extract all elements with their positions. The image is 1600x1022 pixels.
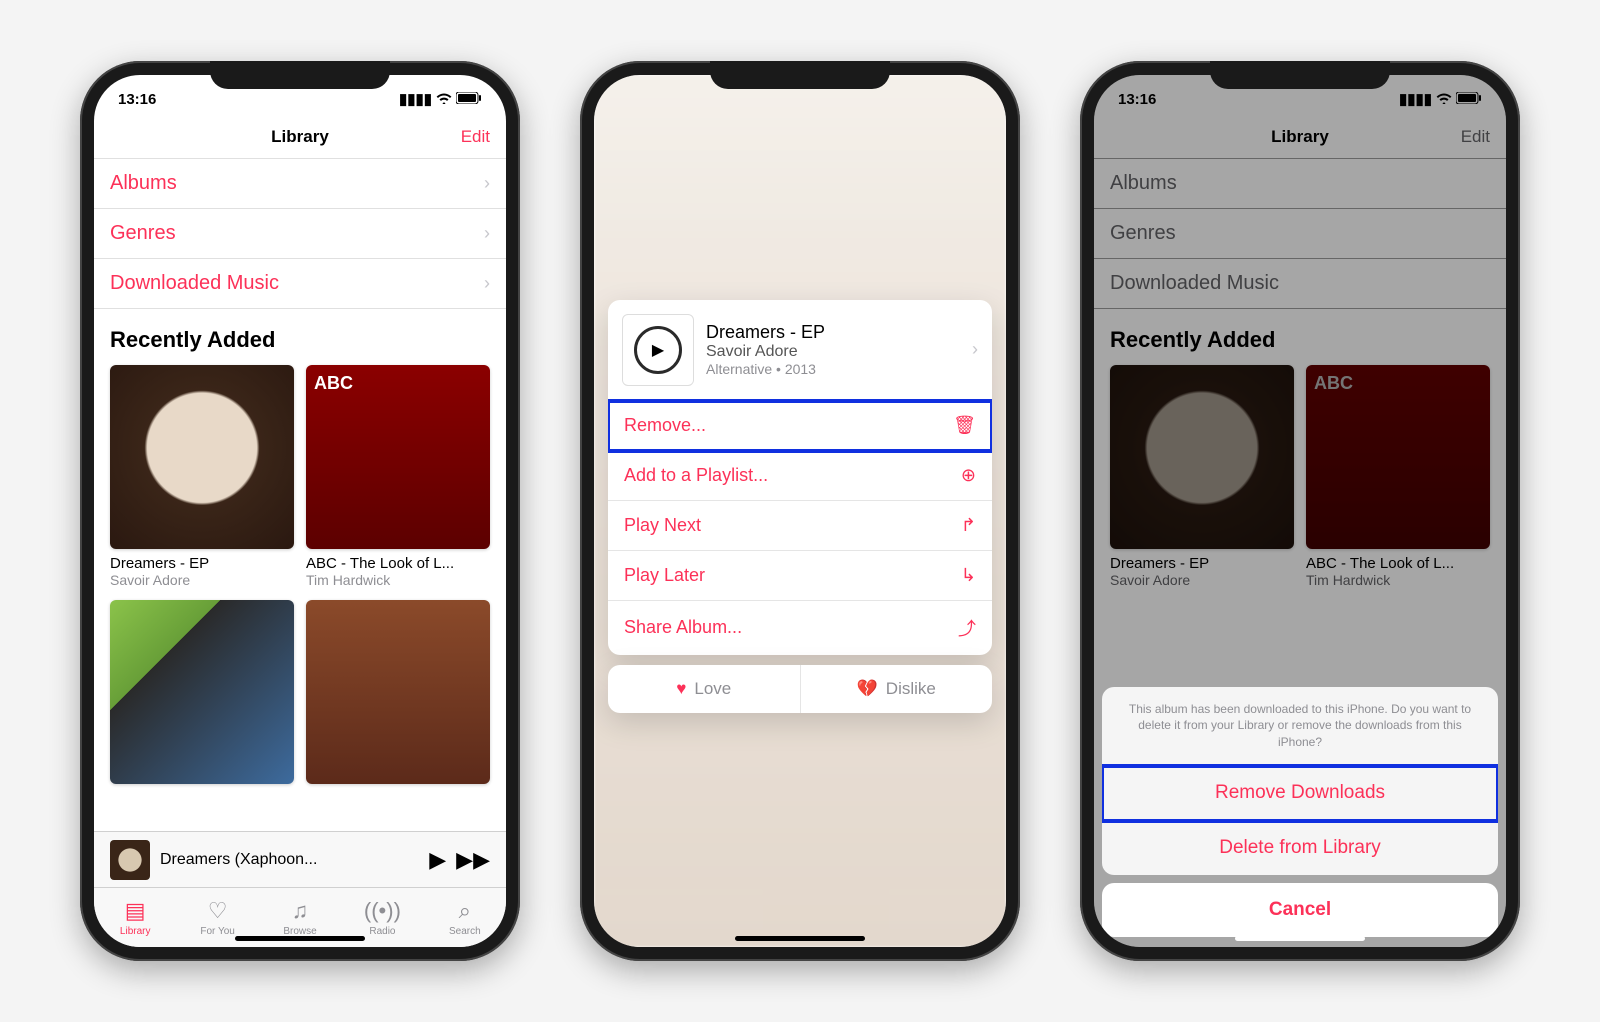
menu-add-to-playlist[interactable]: Add to a Playlist... ⊕ (608, 451, 992, 501)
notch (210, 61, 390, 89)
phone-action-sheet: 13:16 ▮▮▮▮ Library Edit Albums Genres Do… (1080, 61, 1520, 961)
notch (710, 61, 890, 89)
add-icon: ⊕ (961, 465, 976, 486)
heart-slash-icon: 💔 (857, 679, 878, 699)
phone-context-menu: ▶ Dreamers - EP Savoir Adore Alternative… (580, 61, 1020, 961)
menu-play-next[interactable]: Play Next ↱ (608, 501, 992, 551)
menu-album-title: Dreamers - EP (706, 322, 960, 343)
chevron-right-icon: › (484, 173, 490, 194)
status-icons: ▮▮▮▮ (399, 90, 482, 108)
album-item[interactable] (306, 600, 490, 784)
now-playing-bar[interactable]: Dreamers (Xaphoon... ▶ ▶▶ (94, 831, 506, 887)
home-indicator[interactable] (735, 936, 865, 941)
library-row-genres[interactable]: Genres › (94, 209, 506, 259)
play-later-icon: ↳ (961, 565, 976, 586)
library-icon: ▤ (125, 898, 146, 924)
menu-share-album[interactable]: Share Album... ⤴ (608, 601, 992, 655)
album-item[interactable] (110, 600, 294, 784)
love-dislike-bar: ♥ Love 💔 Dislike (608, 665, 992, 713)
album-artist: Tim Hardwick (306, 572, 490, 588)
home-indicator[interactable] (1235, 936, 1365, 941)
album-art (110, 600, 294, 784)
library-row-label: Downloaded Music (110, 272, 279, 295)
album-art (306, 600, 490, 784)
menu-album-meta: Alternative • 2013 (706, 361, 960, 377)
library-row-albums[interactable]: Albums › (94, 159, 506, 209)
delete-from-library-button[interactable]: Delete from Library (1102, 821, 1498, 875)
play-next-icon: ↱ (961, 515, 976, 536)
heart-filled-icon: ♥ (676, 679, 686, 699)
love-button[interactable]: ♥ Love (608, 665, 801, 713)
menu-album-artist: Savoir Adore (706, 343, 960, 361)
menu-item-label: Add to a Playlist... (624, 465, 768, 486)
album-art: ▶ (622, 314, 694, 386)
page-title: Library (271, 127, 329, 147)
trash-icon: 🗑 (953, 415, 976, 436)
library-row-label: Albums (110, 172, 177, 195)
tab-search[interactable]: ⌕Search (424, 888, 506, 947)
album-art (306, 365, 490, 549)
cancel-button[interactable]: Cancel (1102, 883, 1498, 937)
album-title: ABC - The Look of L... (306, 555, 490, 572)
now-playing-art (110, 840, 150, 880)
menu-item-label: Play Next (624, 515, 701, 536)
play-icon[interactable]: ▶ (429, 847, 446, 873)
tab-library[interactable]: ▤Library (94, 888, 176, 947)
heart-icon: ♡ (208, 898, 228, 924)
phone-library: 13:16 ▮▮▮▮ Library Edit Albums › Genres (80, 61, 520, 961)
dislike-button[interactable]: 💔 Dislike (801, 665, 993, 713)
album-art (110, 365, 294, 549)
search-icon: ⌕ (459, 898, 471, 924)
play-icon: ▶ (634, 326, 682, 374)
menu-play-later[interactable]: Play Later ↳ (608, 551, 992, 601)
wifi-icon (436, 91, 452, 108)
action-sheet-message: This album has been downloaded to this i… (1102, 687, 1498, 766)
menu-item-label: Remove... (624, 415, 706, 436)
context-menu: ▶ Dreamers - EP Savoir Adore Alternative… (608, 300, 992, 655)
note-icon: ♫ (292, 898, 309, 924)
remove-downloads-button[interactable]: Remove Downloads (1102, 766, 1498, 821)
share-icon: ⤴ (958, 615, 976, 641)
action-sheet: This album has been downloaded to this i… (1102, 687, 1498, 937)
battery-icon (456, 91, 482, 108)
home-indicator[interactable] (235, 936, 365, 941)
album-artist: Savoir Adore (110, 572, 294, 588)
forward-icon[interactable]: ▶▶ (456, 847, 490, 873)
edit-button[interactable]: Edit (461, 127, 490, 147)
library-row-label: Genres (110, 222, 176, 245)
chevron-right-icon: › (484, 273, 490, 294)
context-menu-header[interactable]: ▶ Dreamers - EP Savoir Adore Alternative… (608, 300, 992, 401)
chevron-right-icon: › (972, 339, 978, 360)
notch (1210, 61, 1390, 89)
menu-remove[interactable]: Remove... 🗑 (608, 401, 992, 451)
signal-icon: ▮▮▮▮ (399, 90, 432, 108)
chevron-right-icon: › (484, 223, 490, 244)
menu-item-label: Share Album... (624, 617, 742, 638)
nav-bar: Library Edit (94, 115, 506, 159)
now-playing-title: Dreamers (Xaphoon... (160, 851, 419, 869)
menu-item-label: Play Later (624, 565, 705, 586)
radio-icon: ((•)) (364, 898, 401, 924)
album-item[interactable]: ABC - The Look of L... Tim Hardwick (306, 365, 490, 588)
section-recently-added: Recently Added (94, 309, 506, 365)
status-time: 13:16 (118, 91, 156, 108)
library-row-downloaded[interactable]: Downloaded Music › (94, 259, 506, 309)
album-title: Dreamers - EP (110, 555, 294, 572)
album-item[interactable]: Dreamers - EP Savoir Adore (110, 365, 294, 588)
